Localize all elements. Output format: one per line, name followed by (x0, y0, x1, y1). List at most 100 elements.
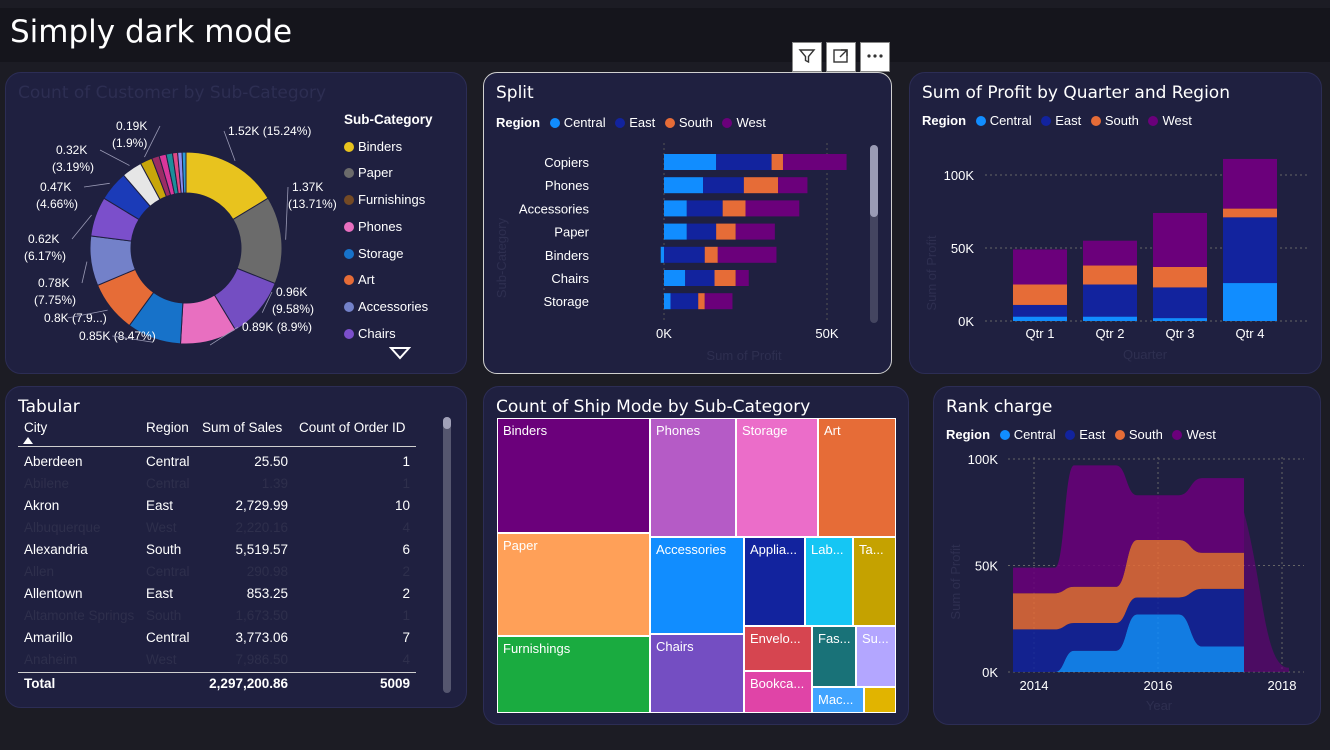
legend-scroll-down-icon[interactable] (389, 346, 411, 360)
treemap-tile[interactable]: Art (818, 418, 896, 537)
split-bar-east (703, 177, 744, 194)
rank-card[interactable]: Rank charge Region Central East South We… (933, 386, 1321, 725)
rank-chart[interactable]: Sum of Profit Year 0K 50K 100K 2014 2016 2018 (934, 387, 1320, 724)
quarter-xtick: Qtr 1 (1026, 326, 1055, 341)
split-bar-east (664, 246, 705, 263)
donut-label: 0.96K (276, 285, 307, 299)
treemap-tile[interactable]: Fas... (812, 626, 856, 687)
donut-label: 0.47K (40, 180, 71, 194)
treemap-card[interactable]: Count of Ship Mode by Sub-Category Binde… (483, 386, 909, 725)
donut-card[interactable]: Count of Customer by Sub-Category 1.52K … (5, 72, 467, 374)
table-row[interactable]: Allen Central 290.98 2 (18, 564, 416, 586)
cell-sales: 5,519.57 (235, 542, 288, 557)
donut-label-pct: (7.75%) (34, 293, 76, 307)
table-row[interactable]: Akron East 2,729.99 10 (18, 498, 416, 520)
table-row[interactable]: Amarillo Central 3,773.06 7 (18, 630, 416, 652)
treemap-tile[interactable] (864, 687, 896, 713)
cell-city: Anaheim (24, 652, 78, 667)
focus-mode-icon[interactable] (826, 42, 856, 72)
legend-item-art[interactable]: Art (344, 267, 433, 294)
header-count[interactable]: Count of Order ID (299, 420, 406, 435)
table-row[interactable]: Albuquerque West 2,220.16 4 (18, 520, 416, 542)
donut-legend-title: Sub-Category (344, 112, 433, 127)
cell-city: Amarillo (24, 630, 73, 645)
legend-item-storage[interactable]: Storage (344, 241, 433, 268)
legend-item-phones[interactable]: Phones (344, 214, 433, 241)
table-row[interactable]: Abilene Central 1.39 1 (18, 476, 416, 498)
split-bar-east (686, 223, 717, 240)
page-title: Simply dark mode (10, 14, 293, 50)
treemap-tile[interactable]: Bookca... (744, 671, 812, 713)
split-bar-west (745, 200, 800, 217)
table-row[interactable]: Alexandria South 5,519.57 6 (18, 542, 416, 564)
split-bar-central (664, 177, 704, 194)
cell-sales: 2,729.99 (235, 498, 288, 513)
split-card[interactable]: Split Region Central East South West Sub… (483, 72, 892, 374)
donut-label-pct: (9.58%) (272, 302, 314, 316)
table-scrollbar[interactable] (443, 417, 451, 693)
cell-region: Central (146, 564, 190, 579)
treemap-tile[interactable]: Ta... (853, 537, 896, 626)
split-category-label: Phones (545, 178, 590, 193)
split-chart[interactable]: Sub-Category Sum of Profit 0K 50K Copiers P… (484, 73, 891, 373)
filter-icon[interactable] (792, 42, 822, 72)
table-row[interactable]: Aberdeen Central 25.50 1 (18, 454, 416, 476)
table-scroll-thumb[interactable] (443, 417, 451, 429)
split-bar-south (771, 154, 783, 170)
treemap-tile[interactable]: Furnishings (497, 636, 650, 713)
rank-ytick: 50K (975, 559, 998, 574)
quarter-bar-south (1083, 265, 1137, 285)
legend-item-binders[interactable]: Binders (344, 134, 433, 161)
split-bar-south (704, 246, 718, 263)
treemap-tile[interactable]: Mac... (812, 687, 864, 713)
cell-sales: 7,986.50 (235, 652, 288, 667)
table-row[interactable]: Anaheim West 7,986.50 4 (18, 652, 416, 674)
legend-item-furnishings[interactable]: Furnishings (344, 187, 433, 214)
treemap-tile[interactable]: Envelo... (744, 626, 812, 671)
treemap-tile[interactable]: Paper (497, 533, 650, 636)
treemap-tile[interactable]: Binders (497, 418, 650, 533)
split-scroll-thumb[interactable] (870, 145, 878, 217)
donut-label: 0.32K (56, 143, 87, 157)
treemap-title: Count of Ship Mode by Sub-Category (496, 397, 811, 417)
quarter-ytick: 100K (944, 168, 975, 183)
treemap-tile[interactable]: Chairs (650, 634, 744, 713)
legend-item-paper[interactable]: Paper (344, 160, 433, 187)
quarter-bar-east (1223, 217, 1277, 284)
header-city[interactable]: City (24, 420, 47, 435)
table-row[interactable]: Altamonte Springs South 1,673.50 1 (18, 608, 416, 630)
treemap-tile[interactable]: Phones (650, 418, 736, 537)
leader-line (99, 149, 130, 166)
quarter-card[interactable]: Sum of Profit by Quarter and Region Regi… (909, 72, 1322, 374)
split-bar-west (717, 246, 777, 263)
treemap-chart[interactable]: Binders Paper Furnishings Phones Storage Art A… (497, 418, 896, 713)
header-sales[interactable]: Sum of Sales (202, 420, 282, 435)
donut-label-pct: (6.17%) (24, 249, 66, 263)
table-row[interactable]: Allentown East 853.25 2 (18, 586, 416, 608)
rank-ylabel: Sum of Profit (948, 544, 963, 620)
header-region[interactable]: Region (146, 420, 189, 435)
quarter-bar-west (1223, 158, 1277, 209)
treemap-tile[interactable]: Su... (856, 626, 896, 687)
quarter-bar-central (1083, 316, 1137, 321)
quarter-bar-south (1223, 208, 1277, 218)
cell-city: Allen (24, 564, 55, 579)
quarter-ylabel: Sum of Profit (924, 235, 939, 311)
cell-region: South (146, 542, 182, 557)
legend-item-accessories[interactable]: Accessories (344, 294, 433, 321)
quarter-chart[interactable]: Sum of Profit Quarter 0K 50K 100K Qtr 1 Qtr … (910, 73, 1321, 373)
donut-label: 0.8K (7.9...) (44, 311, 107, 325)
legend-item-chairs[interactable]: Chairs (344, 321, 433, 348)
cell-sales: 1,673.50 (235, 608, 288, 623)
treemap-tile[interactable]: Applia... (744, 537, 805, 626)
treemap-tile[interactable]: Lab... (805, 537, 853, 626)
rank-xtick: 2016 (1144, 678, 1173, 693)
cell-count: 1 (402, 608, 410, 623)
more-options-icon[interactable] (860, 42, 890, 72)
treemap-tile[interactable]: Accessories (650, 537, 744, 634)
quarter-bar-east (1083, 284, 1137, 317)
split-bar-south (716, 223, 736, 240)
cell-count: 6 (402, 542, 410, 557)
sort-ascending-icon[interactable] (23, 437, 33, 444)
treemap-tile[interactable]: Storage (736, 418, 818, 537)
